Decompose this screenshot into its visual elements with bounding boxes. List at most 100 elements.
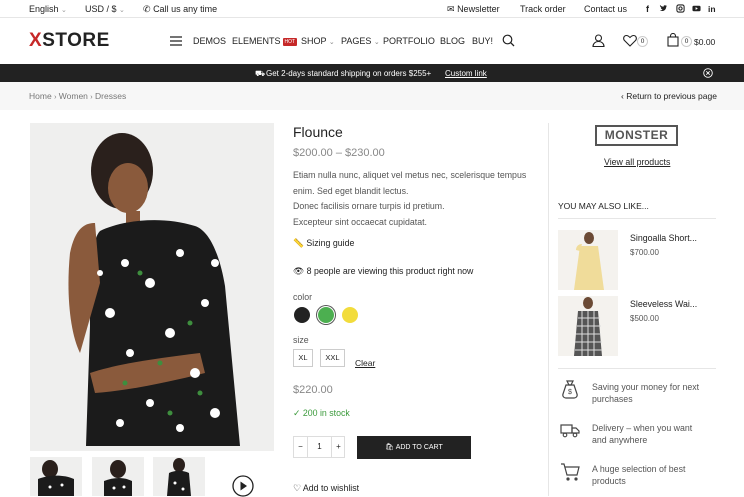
shopping-bag-icon[interactable] [667,33,679,47]
nav-buy[interactable]: BUY! [472,36,493,46]
video-play-icon[interactable] [232,475,254,497]
model-illustration [30,123,274,451]
contact-us-link[interactable]: Contact us [584,4,627,14]
heart-icon: ♡ [293,483,301,493]
mail-icon: ✉ [447,4,455,14]
color-label: color [293,292,313,302]
return-link[interactable]: ‹ Return to previous page [621,91,717,101]
newsletter-link[interactable]: ✉ Newsletter [447,4,500,15]
color-swatch-black[interactable] [294,307,310,323]
logo-x: X [29,30,43,51]
quantity-increase-button[interactable]: + [331,437,345,457]
linkedin-icon[interactable]: in [708,4,716,14]
view-all-products-link[interactable]: View all products [604,157,670,167]
ruler-icon: 📏 [293,238,304,248]
wishlist-heart-icon[interactable] [623,34,637,47]
shipping-icon: ⛟ [255,69,266,78]
product-main-image[interactable] [30,123,274,451]
truck-icon [560,424,580,438]
wishlist-count: 0 [637,36,648,47]
hot-badge: HOT [282,37,298,46]
close-icon[interactable] [703,68,713,78]
heading-divider [558,218,716,219]
related-product-name[interactable]: Singoalla Short... [630,233,697,243]
instagram-icon[interactable] [676,4,685,13]
breadcrumb-dresses[interactable]: Dresses [95,91,126,101]
hamburger-menu-icon[interactable] [170,36,182,46]
chevron-right-icon: › [54,94,57,101]
chevron-down-icon: ⌄ [61,7,67,14]
size-option-xl[interactable]: XL [293,349,313,367]
nav-portfolio[interactable]: PORTFOLIO [383,36,435,46]
chevron-down-icon: ⌄ [373,39,380,46]
chevron-down-icon: ⌄ [119,7,125,14]
cart-icon [561,463,580,481]
currency-label: USD / $ [85,4,117,14]
site-logo[interactable]: XSTORE [29,30,110,52]
currency-selector[interactable]: USD / $ ⌄ [85,4,125,14]
clear-selection-link[interactable]: Clear [355,358,375,368]
thumbnail-2[interactable] [92,457,144,496]
call-us[interactable]: ✆ Call us any time [143,4,217,15]
related-product-name[interactable]: Sleeveless Wai... [630,299,697,309]
thumbnail-image [92,457,144,496]
eye-icon: 👁 [293,266,305,276]
feature-line: Saving your money for next [592,382,700,392]
quantity-input[interactable]: 1 [308,437,331,457]
nav-shop[interactable]: SHOP ⌄ [301,36,335,46]
yellow-dress-image [558,230,618,290]
chevron-down-icon: ⌄ [328,39,335,46]
newsletter-label: Newsletter [457,4,500,14]
feature-line: A huge selection of best [592,464,686,474]
product-title: Flounce [293,124,343,140]
thumbnail-1[interactable] [30,457,82,496]
breadcrumb-home[interactable]: Home [29,91,52,101]
price-range: $200.00 – $230.00 [293,147,385,159]
color-swatch-green[interactable] [318,307,334,323]
related-product-image[interactable] [558,296,618,356]
brand-logo[interactable]: MONSTER [595,125,678,146]
feature-line: and anywhere [592,435,648,445]
wishlist-label: Add to wishlist [302,483,360,493]
promo-link[interactable]: Custom link [445,69,487,78]
call-label: Call us any time [153,4,218,14]
language-selector[interactable]: English ⌄ [29,4,67,14]
sizing-guide-link[interactable]: 📏 Sizing guide [293,238,354,249]
add-to-wishlist-link[interactable]: ♡ Add to wishlist [293,483,359,494]
account-icon[interactable] [592,34,605,47]
nav-shop-label: SHOP [301,36,327,46]
breadcrumb-women[interactable]: Women [59,91,88,101]
size-option-xxl[interactable]: XXL [320,349,345,367]
selected-price: $220.00 [293,384,333,396]
checked-dress-image [558,296,618,356]
nav-elements[interactable]: ELEMENTS HOT [232,36,298,46]
feature-delivery: Delivery – when you want and anywhere [592,422,692,446]
twitter-icon[interactable] [659,4,668,13]
phone-icon: ✆ [143,4,151,14]
top-bar: English ⌄ USD / $ ⌄ ✆ Call us any time ✉… [0,0,744,18]
add-to-cart-button[interactable]: 🛍 ADD TO CART [357,436,471,459]
description-line: Excepteur sint occaecat cupidatat. [293,216,427,227]
logo-text: STORE [42,30,110,51]
nav-pages[interactable]: PAGES ⌄ [341,36,380,46]
section-divider [558,368,716,369]
feature-line: products [592,476,626,486]
add-to-cart-label: ADD TO CART [395,444,443,451]
facebook-icon[interactable]: f [646,4,649,14]
youtube-icon[interactable] [692,4,701,13]
thumbnail-image [30,457,82,496]
nav-pages-label: PAGES [341,36,372,46]
nav-blog[interactable]: BLOG [440,36,465,46]
color-swatch-yellow[interactable] [342,307,358,323]
cart-total[interactable]: $0.00 [694,37,715,47]
search-icon[interactable] [502,34,515,47]
stock-text: 200 in stock [302,408,350,418]
thumbnail-image [153,457,205,496]
description-line: Etiam nulla nunc, aliquet vel metus nec,… [293,170,527,180]
thumbnail-3[interactable] [153,457,205,496]
feature-line: purchases [592,394,633,404]
nav-demos[interactable]: DEMOS [193,36,226,46]
track-order-link[interactable]: Track order [520,4,566,14]
related-product-image[interactable] [558,230,618,290]
quantity-decrease-button[interactable]: − [294,437,308,457]
